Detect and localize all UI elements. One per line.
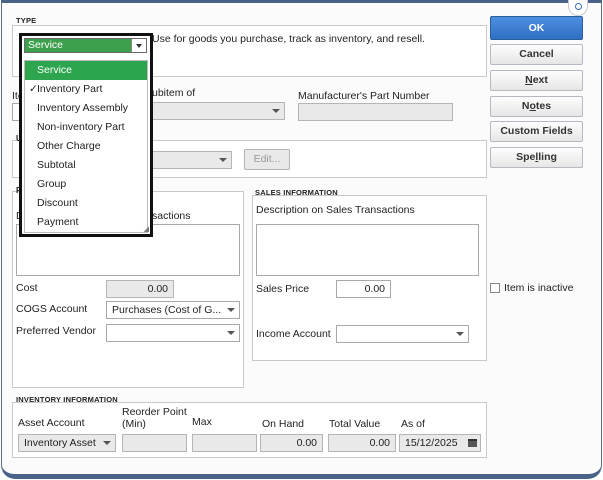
preferred-vendor-select[interactable] xyxy=(106,324,240,342)
sales-description-label: Description on Sales Transactions xyxy=(256,204,415,216)
type-option-other-charge[interactable]: Other Charge xyxy=(25,137,147,156)
type-option-label: Inventory Assembly xyxy=(37,102,129,114)
type-option-label: Inventory Part xyxy=(37,83,103,95)
mfr-part-number-label: Manufacturer's Part Number xyxy=(298,90,430,102)
checkmark-icon: ✓ xyxy=(29,83,38,95)
on-hand-label: On Hand xyxy=(262,418,305,430)
next-label: ext xyxy=(532,74,548,86)
type-option-group[interactable]: Group xyxy=(25,175,147,194)
reorder-point-field[interactable] xyxy=(122,434,187,452)
total-value-label: Total Value xyxy=(329,418,381,430)
notes-button[interactable]: Notes xyxy=(490,96,583,117)
as-of-date-field[interactable]: 15/12/2025 xyxy=(399,434,481,452)
chevron-down-icon xyxy=(219,158,227,162)
type-option-label: Payment xyxy=(37,216,79,228)
notes-label-3: es xyxy=(539,100,552,112)
type-option-label: Other Charge xyxy=(37,140,101,152)
new-item-window: TYPE Use for goods you purchase, track a… xyxy=(1,0,602,479)
type-description: Use for goods you purchase, track as inv… xyxy=(152,33,425,45)
type-option-label: Discount xyxy=(37,197,78,209)
subitem-of-select[interactable] xyxy=(150,102,285,120)
spelling-label-1: Spe xyxy=(516,151,536,163)
chevron-down-icon xyxy=(227,308,235,312)
unit-of-measure-select[interactable] xyxy=(150,151,232,169)
max-label: Max xyxy=(192,416,212,428)
type-option-label: Service xyxy=(37,64,73,76)
cogs-account-label: COGS Account xyxy=(16,303,88,315)
asset-account-label: Asset Account xyxy=(18,417,85,429)
next-mnemonic: N xyxy=(525,74,533,86)
type-option-subtotal[interactable]: Subtotal xyxy=(25,156,147,175)
type-option-inventory-part[interactable]: ✓Inventory Part xyxy=(25,80,147,99)
cancel-button[interactable]: Cancel xyxy=(490,44,583,65)
calendar-icon[interactable] xyxy=(468,439,477,447)
inventory-info-title: INVENTORY INFORMATION xyxy=(16,395,118,404)
chevron-down-icon xyxy=(103,441,111,445)
item-inactive-checkbox[interactable] xyxy=(490,283,500,293)
item-inactive-label: Item is inactive xyxy=(504,282,574,294)
sales-description-field[interactable] xyxy=(256,224,479,276)
preferred-vendor-label: Preferred Vendor xyxy=(16,325,96,337)
dropdown-button[interactable] xyxy=(131,39,146,52)
type-option-inventory-assembly[interactable]: Inventory Assembly xyxy=(25,99,147,118)
type-option-service[interactable]: Service xyxy=(25,61,147,80)
cost-field[interactable]: 0.00 xyxy=(106,280,174,298)
as-of-date-value: 15/12/2025 xyxy=(405,437,458,449)
sales-price-label: Sales Price xyxy=(256,283,310,295)
total-value-field[interactable]: 0.00 xyxy=(328,434,396,452)
next-button[interactable]: Next xyxy=(490,70,583,91)
spelling-label-2: ling xyxy=(538,151,557,163)
ok-button[interactable]: OK xyxy=(490,16,583,40)
custom-fields-button[interactable]: Custom Fields xyxy=(490,121,583,142)
sales-info-title: SALES INFORMATION xyxy=(255,188,338,197)
max-field[interactable] xyxy=(192,434,257,452)
type-option-non-inventory-part[interactable]: Non-inventory Part xyxy=(25,118,147,137)
resize-grip-icon[interactable]: ◢ xyxy=(144,225,149,233)
type-option-label: Subtotal xyxy=(37,159,76,171)
type-option-discount[interactable]: Discount xyxy=(25,194,147,213)
mfr-part-number-field[interactable] xyxy=(298,103,453,121)
type-selected-value: Service xyxy=(28,39,64,51)
purchase-description-label-suffix: sactions xyxy=(152,210,191,222)
type-options-list: Service ✓Inventory Part Inventory Assemb… xyxy=(24,60,148,233)
spelling-button[interactable]: Spelling xyxy=(490,147,583,168)
type-select[interactable]: Service xyxy=(24,38,147,53)
cogs-account-select[interactable]: Purchases (Cost of G... xyxy=(106,301,240,319)
income-account-select[interactable] xyxy=(336,325,469,343)
chevron-down-icon xyxy=(272,109,280,113)
income-account-label: Income Account xyxy=(256,328,331,340)
chevron-down-icon xyxy=(456,332,464,336)
cogs-account-value: Purchases (Cost of G... xyxy=(112,304,222,316)
type-option-label: Group xyxy=(37,178,67,190)
on-hand-field[interactable]: 0.00 xyxy=(260,434,323,452)
chevron-down-icon xyxy=(227,331,235,335)
type-option-label: Non-inventory Part xyxy=(37,121,125,133)
type-option-payment[interactable]: Payment xyxy=(25,213,147,232)
reorder-point-label: Reorder Point xyxy=(122,406,187,418)
asset-account-value: Inventory Asset xyxy=(24,437,96,449)
chevron-down-icon xyxy=(136,44,142,48)
reorder-point-label-min: (Min) xyxy=(122,418,146,430)
edit-units-button[interactable]: Edit... xyxy=(244,149,290,170)
sales-price-field[interactable]: 0.00 xyxy=(336,280,391,298)
help-icon[interactable] xyxy=(568,0,588,16)
type-dropdown-menu: Service Service ✓Inventory Part Inventor… xyxy=(19,33,153,237)
cost-label: Cost xyxy=(16,282,38,294)
asset-account-select[interactable]: Inventory Asset xyxy=(18,434,116,452)
type-section-title: TYPE xyxy=(16,16,37,25)
as-of-label: As of xyxy=(401,418,425,430)
subitem-of-label: ubitem of xyxy=(152,87,196,99)
